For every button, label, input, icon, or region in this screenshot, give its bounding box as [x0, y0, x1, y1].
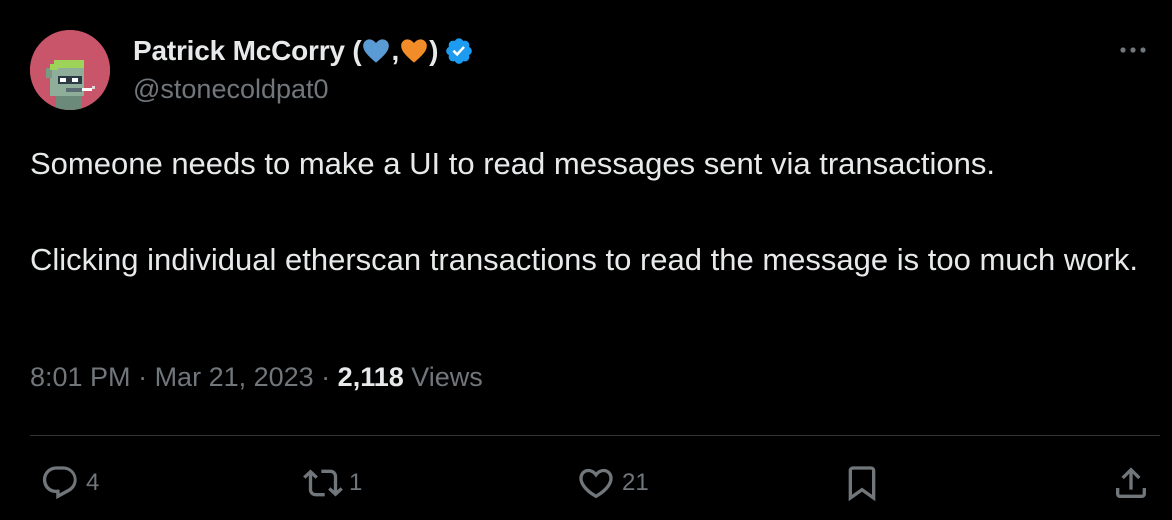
views-label: Views — [403, 362, 483, 392]
author-name-suffix: ) — [429, 35, 439, 66]
views-count: 2,118 — [337, 362, 404, 392]
avatar[interactable] — [30, 30, 110, 110]
like-count: 21 — [622, 469, 649, 496]
more-options-button[interactable] — [1116, 36, 1150, 64]
share-button[interactable] — [1111, 463, 1151, 503]
tweet-line-2: Clicking individual etherscan transactio… — [30, 242, 1138, 277]
author-handle[interactable]: @stonecoldpat0 — [133, 74, 329, 105]
meta-separator: · — [313, 362, 338, 392]
tweet-text: Someone needs to make a UI to read messa… — [30, 140, 1140, 284]
tweet-date[interactable]: Mar 21, 2023 — [155, 362, 314, 392]
like-button[interactable]: 21 — [576, 463, 649, 503]
tweet-time[interactable]: 8:01 PM — [30, 362, 131, 392]
reply-icon — [42, 466, 77, 500]
verified-badge-icon — [446, 38, 472, 64]
tweet-meta: 8:01 PM · Mar 21, 2023 · 2,118 Views — [30, 362, 483, 393]
author-name-prefix: Patrick McCorry ( — [133, 35, 362, 66]
bookmark-button[interactable] — [842, 463, 882, 503]
tweet-line-1: Someone needs to make a UI to read messa… — [30, 146, 995, 181]
retweet-count: 1 — [349, 469, 363, 496]
reply-button[interactable]: 4 — [40, 463, 99, 503]
orange-heart-icon — [401, 39, 427, 63]
blue-heart-icon — [363, 39, 390, 63]
divider — [30, 435, 1160, 436]
reply-count: 4 — [86, 469, 100, 496]
bookmark-icon — [848, 466, 876, 502]
share-icon — [1116, 467, 1146, 498]
retweet-button[interactable]: 1 — [303, 463, 362, 503]
more-icon — [1120, 47, 1146, 53]
like-icon — [579, 468, 613, 499]
author-name[interactable]: Patrick McCorry ( , ) — [133, 32, 474, 70]
author-name-separator: , — [391, 35, 400, 66]
retweet-icon — [303, 469, 343, 497]
meta-separator: · — [130, 362, 155, 392]
